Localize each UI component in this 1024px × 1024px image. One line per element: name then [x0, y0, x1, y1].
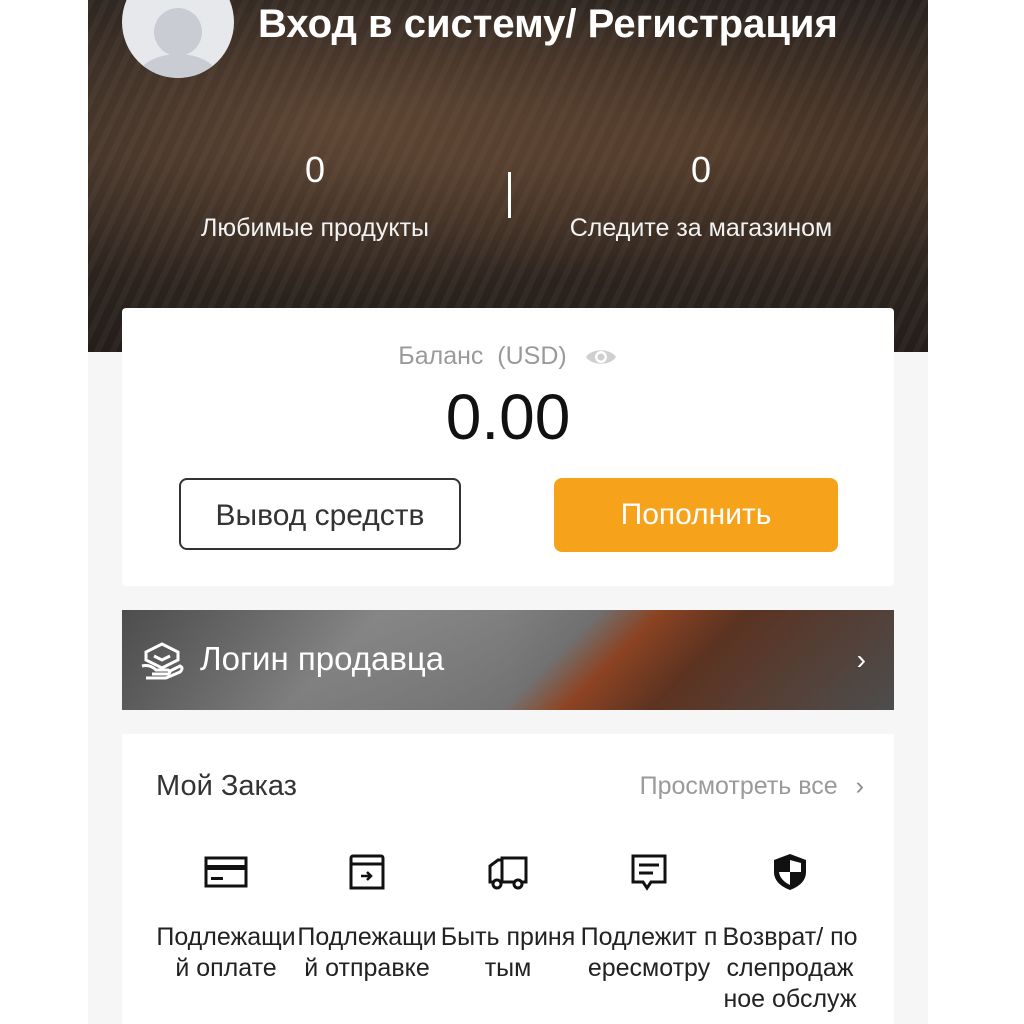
followed-shops-stat[interactable]: 0 Следите за магазином	[541, 150, 861, 243]
order-status-pending-review[interactable]: Подлежит пересмотру	[579, 852, 719, 984]
seller-login-banner[interactable]: Логин продавца ›	[122, 610, 894, 710]
view-all-orders-link[interactable]: Просмотреть все ›	[640, 772, 864, 801]
account-header: Вход в систему/ Регистрация 0 Любимые пр…	[88, 0, 928, 352]
chevron-right-icon: ›	[856, 644, 866, 675]
box-icon	[349, 854, 385, 890]
review-icon	[631, 854, 667, 891]
login-register-link[interactable]: Вход в систему/ Регистрация	[258, 2, 838, 47]
withdraw-button[interactable]: Вывод средств	[179, 478, 461, 550]
topup-button[interactable]: Пополнить	[554, 478, 838, 552]
card-icon	[204, 856, 248, 888]
balance-value: 0.00	[445, 381, 571, 453]
shield-icon	[774, 854, 806, 890]
my-orders-card: Мой Заказ Просмотреть все › Подлежащий оп…	[122, 734, 894, 1024]
view-all-label: Просмотреть все	[639, 772, 838, 800]
favorites-label: Любимые продукты	[201, 214, 429, 242]
order-status-pending-payment[interactable]: Подлежащий оплате	[156, 852, 296, 984]
order-status-to-be-received[interactable]: Быть принятым	[438, 852, 578, 984]
order-status-label: Подлежащий оплате	[156, 923, 296, 982]
orders-title: Мой Заказ	[156, 770, 297, 802]
order-status-label: Быть принятым	[440, 923, 576, 982]
order-status-label: Подлежит пересмотру	[580, 923, 718, 982]
balance-label: Баланс (USD)	[398, 342, 567, 370]
account-page: Вход в систему/ Регистрация 0 Любимые пр…	[88, 0, 928, 1024]
eye-icon[interactable]	[584, 346, 618, 368]
following-label: Следите за магазином	[569, 214, 833, 242]
truck-icon	[488, 856, 528, 890]
favorite-products-stat[interactable]: 0 Любимые продукты	[155, 150, 475, 243]
following-count: 0	[690, 149, 712, 190]
chevron-right-icon: ›	[855, 772, 864, 800]
order-status-pending-shipment[interactable]: Подлежащий отправке	[297, 852, 437, 984]
favorites-count: 0	[304, 149, 326, 190]
handshake-icon	[141, 642, 184, 680]
order-status-label: Подлежащий отправке	[297, 923, 437, 982]
user-silhouette-icon	[134, 8, 222, 78]
balance-card: Баланс (USD) 0.00 Вывод средств Пополнит…	[122, 308, 894, 586]
balance-label-row: Баланс (USD)	[122, 342, 894, 371]
stats-divider	[508, 172, 511, 218]
order-status-after-sales[interactable]: Возврат/ послепродажное обслуживание	[720, 852, 860, 1024]
seller-login-label: Логин продавца	[200, 640, 445, 677]
order-status-label: Возврат/ послепродажное обслуживание	[722, 923, 858, 1024]
avatar[interactable]	[122, 0, 234, 78]
